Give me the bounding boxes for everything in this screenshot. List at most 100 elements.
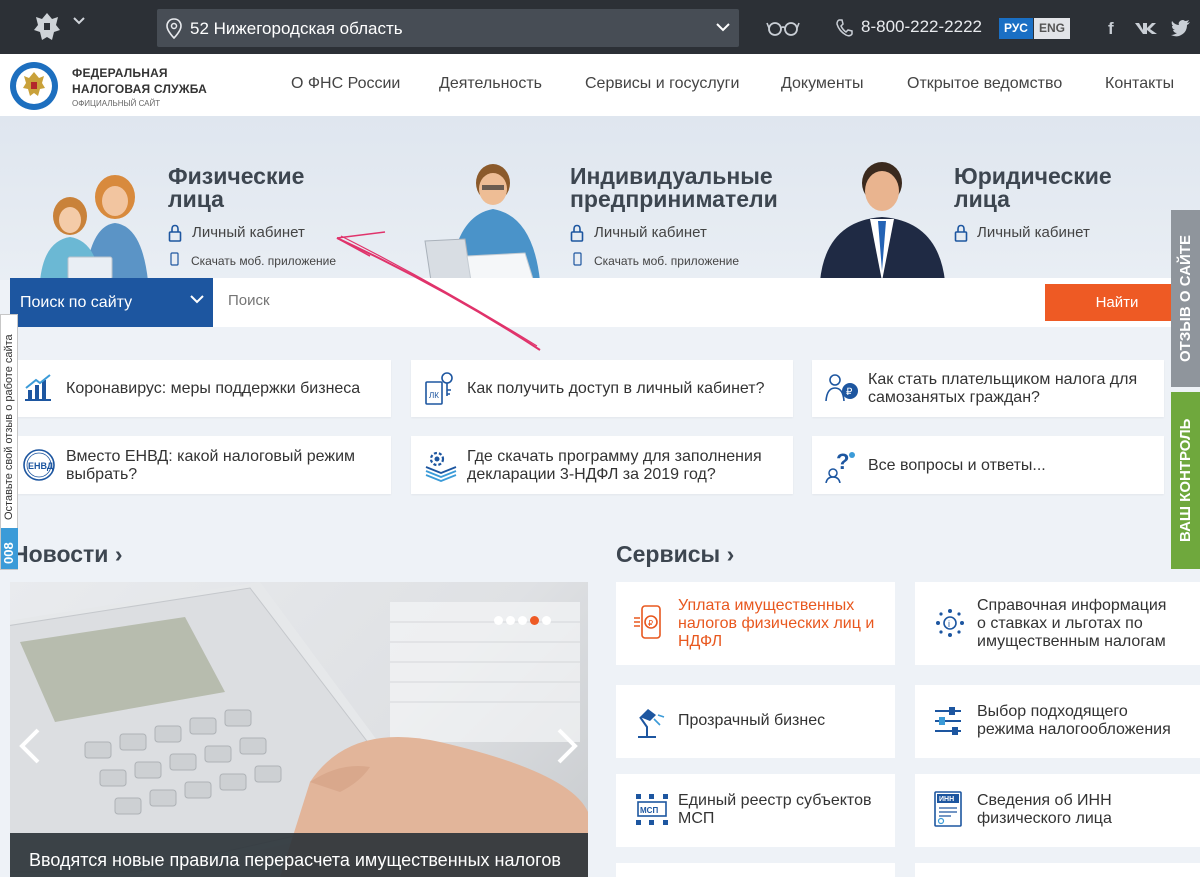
service-card[interactable]: ИНН Сведения об ИНН физического лица [915, 774, 1200, 847]
coat-of-arms-icon[interactable] [30, 10, 64, 44]
msp-badge-text: МСП [640, 806, 658, 815]
svg-text:₽: ₽ [648, 619, 653, 628]
svg-text:?: ? [836, 449, 849, 474]
fns-logo[interactable] [8, 60, 60, 112]
news-section-title[interactable]: Новости › [12, 541, 123, 568]
services-title-text: Сервисы [616, 541, 721, 567]
service-label: Сведения об ИНН [977, 792, 1112, 809]
service-card[interactable]: Прозрачный бизнес [616, 685, 895, 758]
quick-link-label: Где скачать программу для заполнения [467, 448, 762, 465]
nav-documents[interactable]: Документы [781, 75, 863, 93]
service-label: Единый реестр субъектов [678, 792, 872, 809]
quick-link-card[interactable]: Где скачать программу для заполнения дек… [411, 436, 793, 494]
msp-registry-icon: МСП [636, 794, 668, 825]
quick-link-card[interactable]: ЕНВД Вместо ЕНВД: какой налоговый режим … [10, 436, 391, 494]
quick-link-label: Коронавирус: меры поддержки бизнеса [66, 380, 361, 397]
reference-info-icon: i [936, 609, 964, 637]
svg-text:ЛК: ЛК [429, 391, 439, 400]
service-card[interactable]: ₽ Уплата имущественных налогов физически… [616, 582, 895, 665]
nav-open-agency[interactable]: Открытое ведомство [907, 75, 1062, 93]
lamp-icon [638, 709, 665, 738]
category-title-line: лица [954, 186, 1010, 212]
quick-link-card[interactable]: Коронавирус: меры поддержки бизнеса [10, 360, 391, 417]
service-label: режима налогообложения [977, 721, 1171, 738]
individuals-cabinet-link[interactable]: Личный кабинет [192, 224, 305, 241]
left-feedback-text: Оставьте свой отзыв о работе сайта [3, 334, 15, 520]
individuals-app-link[interactable]: Скачать моб. приложение [191, 254, 336, 268]
nav-activity[interactable]: Деятельность [439, 75, 542, 93]
category-entrepreneurs-title[interactable]: Индивидуальные предприниматели [570, 165, 778, 211]
mobile-phone-icon [573, 252, 582, 266]
quick-link-card[interactable]: ЛК Как получить доступ в личный кабинет? [411, 360, 793, 417]
quick-link-card[interactable]: ? Все вопросы и ответы... [812, 436, 1164, 494]
category-legal-entities-title[interactable]: Юридические лица [954, 165, 1112, 211]
chevron-down-icon [190, 295, 204, 304]
service-label: МСП [678, 810, 715, 827]
service-card[interactable] [616, 863, 895, 877]
slider-dots [494, 612, 554, 630]
service-card[interactable]: i Справочная информация о ставках и льго… [915, 582, 1200, 665]
quick-link-card[interactable]: ₽ Как стать плательщиком налога для само… [812, 360, 1164, 417]
slider-dot[interactable] [542, 616, 551, 625]
service-card[interactable] [915, 863, 1200, 877]
self-employed-icon: ₽ [825, 374, 858, 402]
nav-services[interactable]: Сервисы и госуслуги [585, 75, 739, 93]
left-feedback-widget[interactable]: Оставьте свой отзыв о работе сайта 008 [0, 314, 18, 570]
slider-dot[interactable] [518, 616, 527, 625]
service-card[interactable]: МСП Единый реестр субъектов МСП [616, 774, 895, 847]
legal-entities-cabinet-link[interactable]: Личный кабинет [977, 224, 1090, 241]
slider-next-arrow-icon[interactable] [555, 728, 579, 764]
facebook-icon[interactable]: f [1108, 19, 1114, 39]
quick-link-label: самозанятых граждан? [868, 389, 1040, 406]
services-section-title[interactable]: Сервисы › [616, 541, 734, 568]
inn-badge-text: ИНН [939, 796, 954, 803]
category-individuals-title[interactable]: Физические лица [168, 165, 304, 211]
feedback-side-tab[interactable]: ОТЗЫВ О САЙТЕ [1171, 210, 1200, 387]
service-card[interactable]: Выбор подходящего режима налогообложения [915, 685, 1200, 758]
slider-dot[interactable] [506, 616, 515, 625]
service-label: Прозрачный бизнес [678, 712, 826, 729]
business-man-illustration [820, 162, 945, 281]
chevron-right-icon: › [726, 541, 735, 567]
sliders-icon [935, 707, 961, 735]
quick-link-label: Все вопросы и ответы... [868, 457, 1046, 474]
lang-en-button[interactable]: ENG [1034, 18, 1071, 39]
entrepreneurs-cabinet-link[interactable]: Личный кабинет [594, 224, 707, 241]
nav-about[interactable]: О ФНС России [291, 75, 400, 93]
region-name: 52 Нижегородская область [190, 19, 403, 38]
feedback-counter: 008 [1, 528, 18, 569]
slider-dot[interactable] [494, 616, 503, 625]
your-control-side-tab[interactable]: ВАШ КОНТРОЛЬ [1171, 392, 1200, 569]
annotation-arrow [336, 231, 541, 351]
lock-icon [954, 224, 968, 242]
lang-ru-button[interactable]: РУС [999, 18, 1033, 39]
chart-growth-icon [25, 374, 51, 401]
news-caption[interactable]: Вводятся новые правила перерасчета имуще… [10, 833, 588, 877]
location-pin-icon [166, 18, 182, 40]
hotline-phone[interactable]: 8-800-222-2222 [861, 17, 982, 37]
key-cabinet-icon: ЛК [425, 372, 453, 405]
entrepreneurs-app-link[interactable]: Скачать моб. приложение [594, 254, 739, 268]
lock-icon [168, 224, 182, 242]
category-title-line: лица [168, 186, 224, 212]
feedback-count: 008 [1, 542, 16, 564]
chevron-down-icon[interactable] [72, 16, 86, 26]
main-header: ФЕДЕРАЛЬНАЯ НАЛОГОВАЯ СЛУЖБА ОФИЦИАЛЬНЫЙ… [0, 54, 1200, 116]
category-title-line: Юридические [954, 163, 1112, 189]
slider-prev-arrow-icon[interactable] [18, 728, 42, 764]
twitter-icon[interactable] [1171, 20, 1191, 37]
envd-badge-icon: ЕНВД [23, 449, 55, 481]
search-button[interactable]: Найти [1045, 284, 1189, 321]
slider-dot-active[interactable] [530, 616, 539, 625]
region-select[interactable]: 52 Нижегородская область [157, 9, 739, 47]
control-tab-label: ВАШ КОНТРОЛЬ [1177, 418, 1194, 542]
service-label: налогов физических лиц и [678, 615, 875, 632]
feedback-tab-label: ОТЗЫВ О САЙТЕ [1177, 235, 1194, 362]
search-scope-select[interactable]: Поиск по сайту [10, 278, 213, 327]
category-title-line: предприниматели [570, 186, 778, 212]
quick-link-label: Вместо ЕНВД: какой налоговый режим [66, 448, 356, 465]
nav-contacts[interactable]: Контакты [1105, 75, 1174, 93]
vkontakte-icon[interactable] [1134, 21, 1160, 35]
svg-text:i: i [948, 619, 950, 629]
accessibility-glasses-icon[interactable] [766, 19, 800, 37]
